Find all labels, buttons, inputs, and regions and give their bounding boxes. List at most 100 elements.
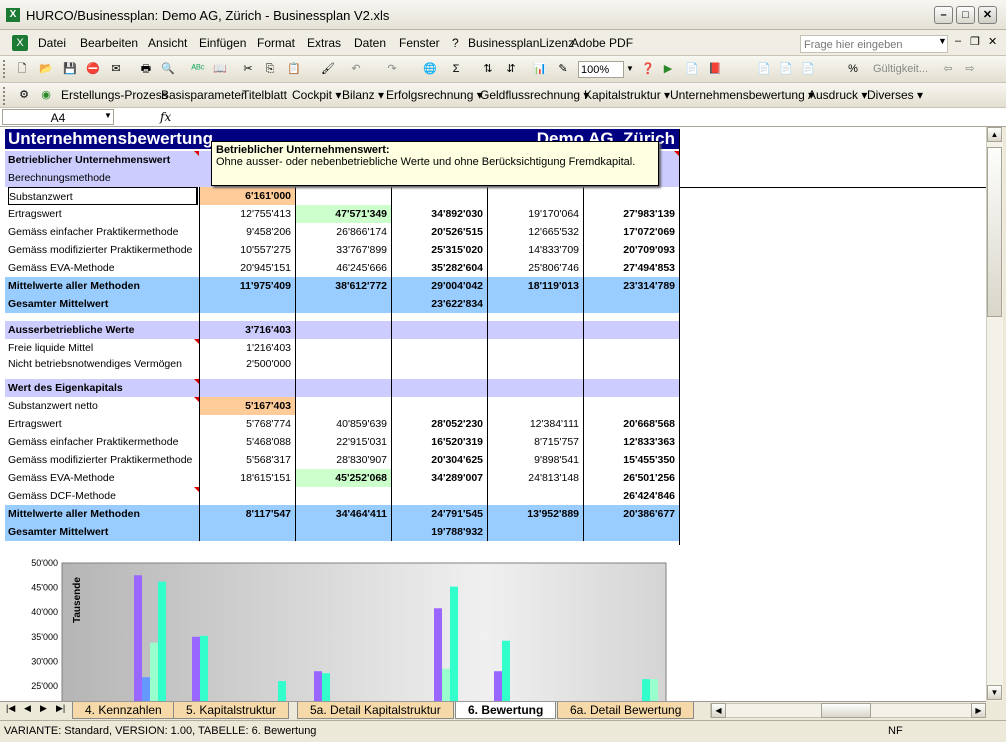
value-cell[interactable]: 28'830'907	[295, 451, 391, 469]
value-cell[interactable]: 5'768'774	[199, 415, 295, 433]
menu-datei[interactable]: Datei	[38, 36, 66, 50]
table-row[interactable]: Gesamter Mittelwert 19'788'932	[5, 523, 679, 541]
bar-chart[interactable]: 50'000 45'000 40'000 35'000 30'000 25'000 Taus…	[5, 546, 679, 701]
cmd-geldflussrechnung[interactable]: Geldflussrechnung ▾	[480, 88, 589, 102]
redo-icon[interactable]: ↷	[384, 61, 400, 77]
format-painter-icon[interactable]: 🖌	[320, 61, 336, 77]
table-row[interactable]: Gemäss EVA-Methode 20'945'151 46'245'666…	[5, 259, 679, 277]
value-cell[interactable]: 20'526'515	[391, 223, 487, 241]
chart-bar[interactable]	[650, 679, 658, 701]
chart-bar[interactable]	[278, 681, 286, 701]
worksheet[interactable]: Unternehmensbewertung Demo AG, Zürich Be…	[0, 127, 986, 701]
value-cell[interactable]: 5'568'317	[199, 451, 295, 469]
menu-format[interactable]: Format	[257, 36, 295, 50]
value-cell[interactable]: 38'612'772	[295, 277, 391, 295]
tab-kapitalstruktur[interactable]: 5. Kapitalstruktur	[173, 702, 290, 719]
table-row[interactable]: Gemäss modifizierter Praktikermethode 10…	[5, 241, 679, 259]
table-row[interactable]: Gesamter Mittelwert 23'622'834	[5, 295, 679, 313]
value-cell[interactable]: 11'975'409	[199, 277, 295, 295]
table-row[interactable]: Gemäss einfacher Praktikermethode 5'468'…	[5, 433, 679, 451]
tab-detail-bewertung[interactable]: 6a. Detail Bewertung	[557, 702, 695, 719]
permission-icon[interactable]: ⛔	[85, 61, 101, 77]
cmd-basisparameter[interactable]: Basisparameter	[161, 88, 245, 102]
cmd-titelblatt[interactable]: Titelblatt	[242, 88, 287, 102]
undo-icon[interactable]: ↶	[348, 61, 364, 77]
value-cell[interactable]: 26'424'846	[583, 487, 679, 505]
value-cell[interactable]: 20'386'677	[583, 505, 679, 523]
value-cell[interactable]: 20'668'568	[583, 415, 679, 433]
back-arrow-icon[interactable]: ⇦	[940, 61, 956, 77]
selected-cell-a4[interactable]: Substanzwert	[8, 187, 198, 205]
value-cell[interactable]: 13'952'889	[487, 505, 583, 523]
report-icon[interactable]: 📄	[684, 61, 700, 77]
chart-bar[interactable]	[450, 586, 458, 701]
value-cell[interactable]: 6'161'000	[199, 187, 295, 205]
table-row[interactable]: Ertragswert 5'768'774 40'859'639 28'052'…	[5, 415, 679, 433]
comment-indicator[interactable]	[194, 339, 199, 344]
copy-icon[interactable]: ⎘	[262, 61, 278, 77]
value-cell[interactable]: 20'304'625	[391, 451, 487, 469]
zoom-field[interactable]: 100%	[578, 61, 624, 78]
menu-help[interactable]: ?	[452, 36, 459, 50]
value-cell[interactable]: 27'983'139	[583, 205, 679, 223]
menu-businessplanlizenz[interactable]: BusinessplanLizenz	[468, 36, 574, 50]
doc-close-button[interactable]: ✕	[988, 35, 997, 48]
value-cell[interactable]: 23'622'834	[391, 295, 487, 313]
chart-wizard-icon[interactable]: 📊	[532, 61, 548, 77]
table-row[interactable]: Mittelwerte aller Methoden 8'117'547 34'…	[5, 505, 679, 523]
menu-bearbeiten[interactable]: Bearbeiten	[80, 36, 138, 50]
scroll-thumb[interactable]	[987, 147, 1002, 317]
table-row[interactable]: Gemäss einfacher Praktikermethode 9'458'…	[5, 223, 679, 241]
table-row[interactable]: Nicht betriebsnotwendiges Vermögen 2'500…	[5, 355, 679, 373]
value-cell[interactable]: 15'455'350	[583, 451, 679, 469]
table-row[interactable]: Gemäss DCF-Methode 26'424'846	[5, 487, 679, 505]
cmd-diverses[interactable]: Diverses ▾	[867, 88, 923, 102]
cmd-erstellungs-prozess[interactable]: Erstellungs-Prozess	[61, 88, 168, 102]
value-cell[interactable]: 17'072'069	[583, 223, 679, 241]
table-row[interactable]: Substanzwert 6'161'000	[5, 187, 679, 205]
scroll-right-button[interactable]: ▶	[971, 703, 986, 718]
h-scroll-thumb[interactable]	[821, 703, 871, 718]
value-cell[interactable]: 8'715'757	[487, 433, 583, 451]
table-row[interactable]: Mittelwerte aller Methoden 11'975'409 38…	[5, 277, 679, 295]
pdf-email-icon[interactable]: 📄	[778, 61, 794, 77]
tab-kennzahlen[interactable]: 4. Kennzahlen	[72, 702, 175, 719]
hyperlink-icon[interactable]: 🌐	[422, 61, 438, 77]
chart-bar[interactable]	[192, 636, 200, 701]
value-cell[interactable]: 10'557'275	[199, 241, 295, 259]
value-cell[interactable]: 46'245'666	[295, 259, 391, 277]
value-cell[interactable]: 45'252'068	[295, 469, 391, 487]
percent-icon[interactable]: %	[845, 61, 861, 77]
print-preview-icon[interactable]: 🔍	[160, 61, 176, 77]
cmd-cockpit[interactable]: Cockpit ▾	[292, 88, 341, 102]
name-box[interactable]: A4	[2, 109, 114, 125]
value-cell[interactable]: 9'458'206	[199, 223, 295, 241]
value-cell[interactable]: 8'117'547	[199, 505, 295, 523]
run-icon[interactable]: ▶	[660, 61, 676, 77]
document-icon[interactable]: X	[12, 35, 28, 51]
comment-indicator[interactable]	[194, 397, 199, 402]
sort-descending-icon[interactable]: ⇵	[503, 61, 519, 77]
drawing-icon[interactable]: ✎	[555, 61, 571, 77]
value-cell[interactable]: 26'866'174	[295, 223, 391, 241]
autosum-icon[interactable]: Σ	[448, 61, 464, 77]
cmd-erfolgsrechnung[interactable]: Erfolgsrechnung ▾	[386, 88, 483, 102]
value-cell[interactable]: 40'859'639	[295, 415, 391, 433]
chart-bar[interactable]	[442, 668, 450, 701]
chart-area[interactable]: 50'000 45'000 40'000 35'000 30'000 25'000 Taus…	[5, 546, 679, 701]
value-cell[interactable]: 19'788'932	[391, 523, 487, 541]
doc-minimize-button[interactable]: –	[955, 35, 961, 47]
ask-question-input[interactable]: Frage hier eingeben	[800, 35, 948, 53]
zoom-dropdown-icon[interactable]: ▼	[622, 61, 638, 77]
cmd-ausdruck[interactable]: Ausdruck ▾	[808, 88, 867, 102]
value-cell[interactable]: 5'167'403	[199, 397, 295, 415]
settings-icon[interactable]: ⚙	[16, 87, 32, 103]
value-cell[interactable]: 25'315'020	[391, 241, 487, 259]
value-cell[interactable]: 47'571'349	[295, 205, 391, 223]
value-cell[interactable]: 20'945'151	[199, 259, 295, 277]
pdf-review-icon[interactable]: 📄	[800, 61, 816, 77]
cut-icon[interactable]: ✂	[240, 61, 256, 77]
value-cell[interactable]: 34'289'007	[391, 469, 487, 487]
chart-bar[interactable]	[434, 608, 442, 701]
help-icon[interactable]: ❓	[640, 61, 656, 77]
